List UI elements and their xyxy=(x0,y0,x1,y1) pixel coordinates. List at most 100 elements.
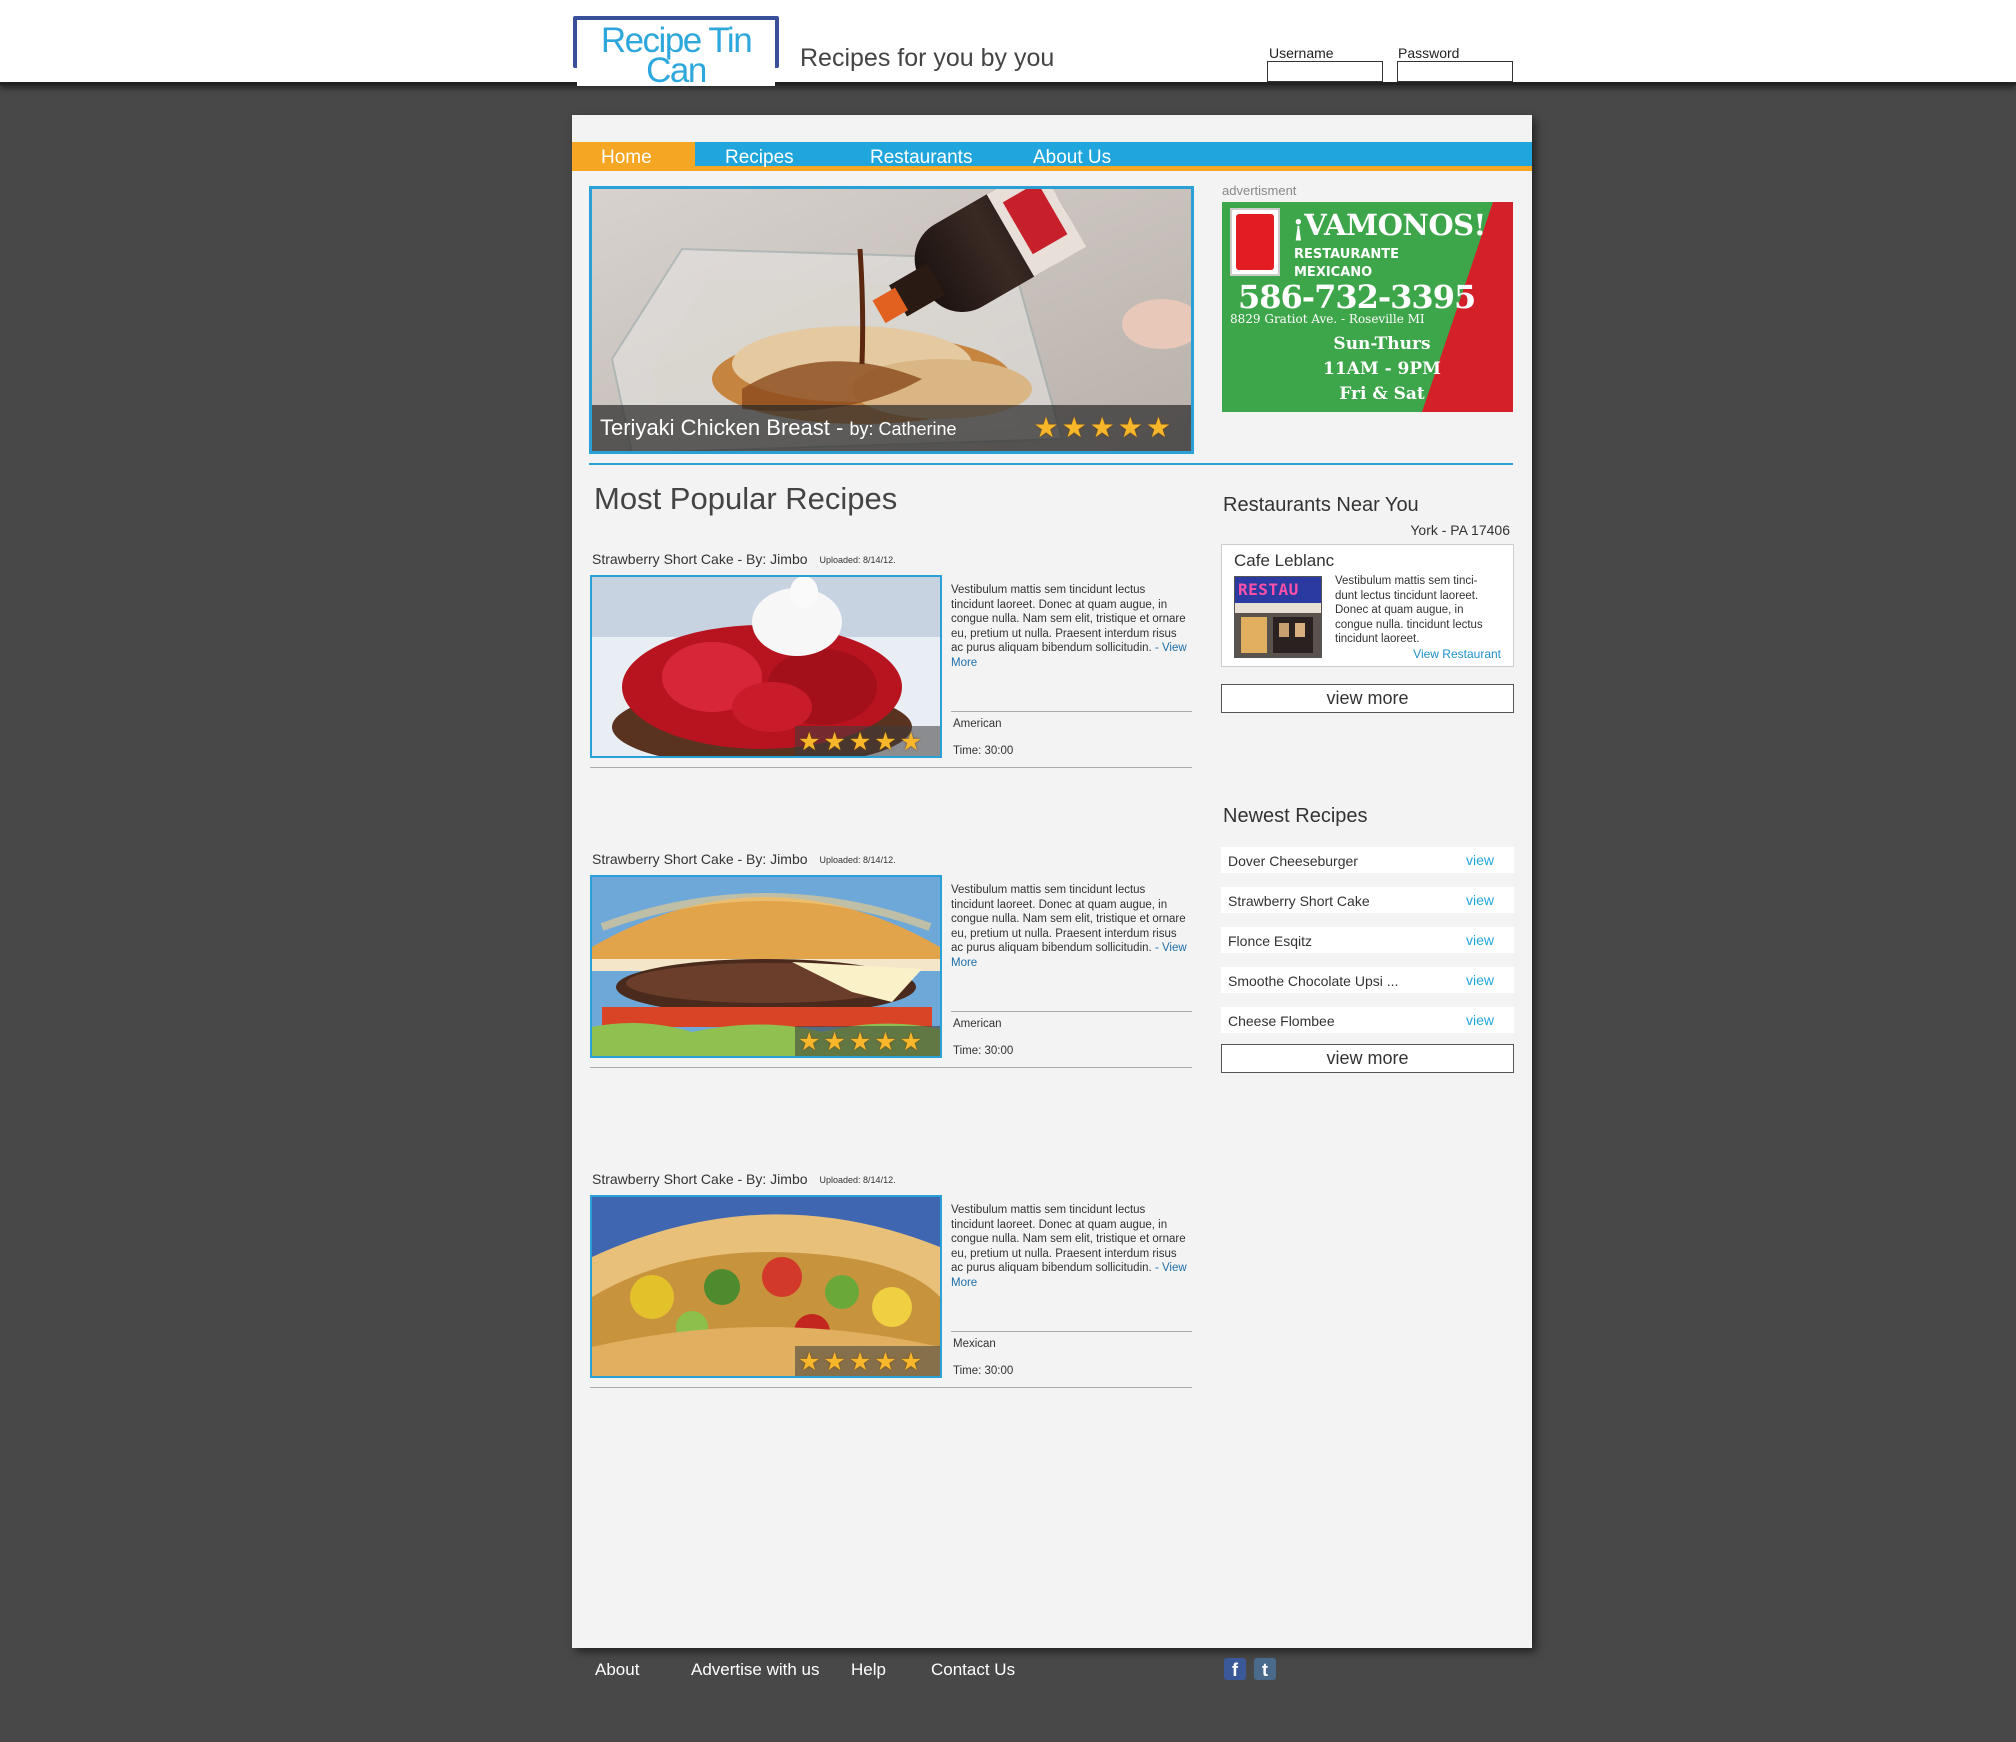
newest-item: Smoothe Chocolate Upsi ... view xyxy=(1221,967,1514,993)
star-icon: ★ xyxy=(848,728,872,756)
popular-title: Most Popular Recipes xyxy=(594,481,898,516)
recipe-cuisine: American xyxy=(953,1018,1002,1030)
newest-item-view-link[interactable]: view xyxy=(1466,892,1494,908)
star-icon: ★ xyxy=(848,1028,872,1056)
newest-item-name[interactable]: Strawberry Short Cake xyxy=(1228,893,1370,909)
ad-logo xyxy=(1230,208,1280,276)
section-divider xyxy=(589,463,1513,465)
location-text: York - PA 17406 xyxy=(1410,522,1510,538)
site-logo[interactable]: Recipe Tin Can xyxy=(573,16,779,88)
tumblr-icon[interactable]: t xyxy=(1254,1658,1276,1680)
star-icon: ★ xyxy=(823,1028,846,1056)
restaurant-image[interactable]: RESTAU xyxy=(1234,576,1322,658)
newest-title: Newest Recipes xyxy=(1223,805,1368,827)
newest-item: Strawberry Short Cake view xyxy=(1221,887,1514,913)
star-icon: ★ xyxy=(874,1348,897,1376)
newest-item-name[interactable]: Flonce Esqitz xyxy=(1228,933,1312,949)
recipe-description: Vestibulum mattis sem tincidunt lectus t… xyxy=(951,884,1187,969)
view-restaurant-link[interactable]: View Restaurant xyxy=(1413,647,1501,661)
star-icon: ★ xyxy=(1145,412,1171,443)
recipe-description: Vestibulum mattis sem tincidunt lectus t… xyxy=(951,584,1187,669)
recipe-title[interactable]: Strawberry Short Cake - By: Jimbo Uploade… xyxy=(592,551,896,567)
recipe-cuisine: Mexican xyxy=(953,1338,996,1350)
rating-overlay: ★ ★ ★ ★ ★ xyxy=(795,1026,940,1056)
star-icon: ★ xyxy=(874,728,897,756)
star-icon: ★ xyxy=(848,1348,872,1376)
featured-rating: ★ ★ ★ ★ ★ xyxy=(1033,411,1171,444)
ad-hours: Sun-Thurs 11AM - 9PM Fri & Sat xyxy=(1323,334,1441,404)
star-icon: ★ xyxy=(798,1348,821,1376)
site-header: Recipe Tin Can Recipes for you by you Us… xyxy=(0,0,2016,88)
featured-title[interactable]: Teriyaki Chicken Breast - by: Catherine xyxy=(600,415,957,441)
star-icon: ★ xyxy=(798,1028,821,1056)
star-icon: ★ xyxy=(798,728,821,756)
recipe-time: Time: 30:00 xyxy=(953,1045,1014,1057)
divider xyxy=(590,1067,1192,1068)
nav-home[interactable]: Home xyxy=(572,142,695,171)
star-icon: ★ xyxy=(823,1348,846,1376)
footer-link-advertise[interactable]: Advertise with us xyxy=(691,1660,820,1680)
ad-label: advertisment xyxy=(1222,183,1297,198)
newest-item: Dover Cheeseburger view xyxy=(1221,847,1514,873)
password-field[interactable] xyxy=(1397,61,1513,82)
newest-item-view-link[interactable]: view xyxy=(1466,972,1494,988)
nav-about-us[interactable]: About Us xyxy=(1000,142,1150,171)
ad-subtitle: RESTAURANTE MEXICANO xyxy=(1294,247,1400,280)
divider xyxy=(951,1011,1192,1012)
recipe-rating: ★ ★ ★ ★ ★ xyxy=(798,727,923,756)
star-icon: ★ xyxy=(1033,412,1059,443)
featured-recipe[interactable]: Teriyaki Chicken Breast - by: Catherine … xyxy=(589,186,1194,454)
featured-caption: Teriyaki Chicken Breast - by: Catherine … xyxy=(592,405,1191,451)
recipe-time: Time: 30:00 xyxy=(953,745,1014,757)
footer-link-help[interactable]: Help xyxy=(851,1660,886,1680)
newest-item-name[interactable]: Dover Cheeseburger xyxy=(1228,853,1358,869)
recipe-rating: ★ ★ ★ ★ ★ xyxy=(798,1347,923,1376)
footer-link-contact[interactable]: Contact Us xyxy=(931,1660,1015,1680)
main-nav: Home Recipes Restaurants About Us xyxy=(572,142,1532,171)
restaurant-name[interactable]: Cafe Leblanc xyxy=(1234,551,1334,571)
nav-restaurants[interactable]: Restaurants xyxy=(832,142,1000,171)
recipe-title[interactable]: Strawberry Short Cake - By: Jimbo Uploade… xyxy=(592,851,896,867)
recipe-cuisine: American xyxy=(953,718,1002,730)
newest-item-name[interactable]: Cheese Flombee xyxy=(1228,1013,1335,1029)
star-icon: ★ xyxy=(1117,412,1143,443)
star-icon: ★ xyxy=(899,1028,923,1056)
newest-item-view-link[interactable]: view xyxy=(1466,932,1494,948)
recipe-image-burger[interactable]: ★ ★ ★ ★ ★ xyxy=(590,875,942,1058)
restaurant-description: Vestibulum mattis sem tinci-dunt lectus … xyxy=(1335,575,1483,645)
divider xyxy=(590,767,1192,768)
username-label: Username xyxy=(1269,45,1334,61)
footer-link-about[interactable]: About xyxy=(595,1660,639,1680)
star-icon: ★ xyxy=(823,728,846,756)
star-icon: ★ xyxy=(899,728,923,756)
rating-overlay: ★ ★ ★ ★ ★ xyxy=(795,1346,940,1376)
restaurants-view-more-button[interactable]: view more xyxy=(1221,684,1514,713)
recipe-image-tacos[interactable]: ★ ★ ★ ★ ★ xyxy=(590,1195,942,1378)
password-label: Password xyxy=(1398,45,1460,61)
ad-phone: 586-732-3395 xyxy=(1238,278,1476,316)
ad-title: ¡VAMONOS! xyxy=(1292,208,1486,242)
main-panel: Home Recipes Restaurants About Us Teriya… xyxy=(572,115,1532,1648)
restaurant-sign: RESTAU xyxy=(1238,580,1299,599)
newest-view-more-button[interactable]: view more xyxy=(1221,1044,1514,1073)
facebook-icon[interactable]: f xyxy=(1224,1658,1246,1680)
recipe-image-strawberry[interactable]: ★ ★ ★ ★ ★ xyxy=(590,575,942,758)
star-icon: ★ xyxy=(1061,412,1087,443)
divider xyxy=(951,711,1192,712)
newest-item-name[interactable]: Smoothe Chocolate Upsi ... xyxy=(1228,973,1398,989)
tagline: Recipes for you by you xyxy=(800,44,1055,72)
star-icon: ★ xyxy=(874,1028,897,1056)
rating-overlay: ★ ★ ★ ★ ★ xyxy=(795,726,940,756)
divider xyxy=(590,1387,1192,1388)
recipe-description: Vestibulum mattis sem tincidunt lectus t… xyxy=(951,1204,1187,1289)
recipe-title[interactable]: Strawberry Short Cake - By: Jimbo Uploade… xyxy=(592,1171,896,1187)
star-icon: ★ xyxy=(899,1348,923,1376)
divider xyxy=(951,1331,1192,1332)
nav-recipes[interactable]: Recipes xyxy=(695,142,832,171)
restaurant-card: Cafe Leblanc RESTAU Vestibulum mattis se… xyxy=(1221,544,1514,667)
newest-item-view-link[interactable]: view xyxy=(1466,1012,1494,1028)
username-field[interactable] xyxy=(1267,61,1383,82)
advertisement-banner[interactable]: ¡VAMONOS! RESTAURANTE MEXICANO 586-732-33… xyxy=(1222,202,1513,412)
recipe-rating: ★ ★ ★ ★ ★ xyxy=(798,1027,923,1056)
newest-item-view-link[interactable]: view xyxy=(1466,852,1494,868)
